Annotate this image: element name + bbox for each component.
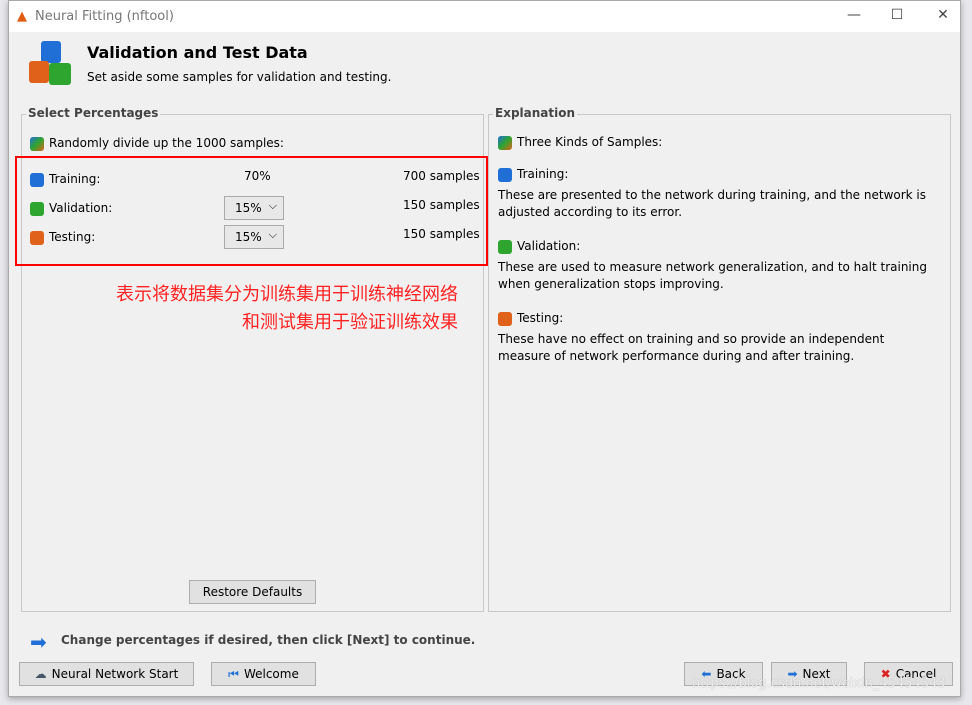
page-subtitle: Set aside some samples for validation an… xyxy=(87,70,392,84)
hint-text: Change percentages if desired, then clic… xyxy=(61,633,476,647)
cubes-icon xyxy=(498,135,512,150)
button-label: Neural Network Start xyxy=(51,667,179,681)
rewind-icon: ⏮ xyxy=(228,666,239,681)
cubes-logo-icon xyxy=(27,41,73,87)
minimize-button[interactable]: — xyxy=(844,7,864,23)
restore-defaults-button[interactable]: Restore Defaults xyxy=(189,580,316,604)
annotation-line2: 和测试集用于验证训练效果 xyxy=(242,312,458,333)
arrow-right-icon: ➡ xyxy=(30,630,47,654)
close-button[interactable]: ✕ xyxy=(933,7,953,23)
explanation-validation-title: Validation: xyxy=(517,239,581,253)
explanation-training-text: These are presented to the network durin… xyxy=(498,188,927,219)
page-title: Validation and Test Data xyxy=(87,43,308,62)
explanation-validation-text: These are used to measure network genera… xyxy=(498,260,927,291)
testing-cube-icon xyxy=(498,311,512,326)
matlab-logo-icon: ▲ xyxy=(17,9,27,24)
window-title: Neural Fitting (nftool) xyxy=(35,9,174,24)
brain-icon: ☁ xyxy=(34,667,47,681)
welcome-button[interactable]: ⏮ Welcome xyxy=(211,662,316,686)
neural-network-start-button[interactable]: ☁ Neural Network Start xyxy=(19,662,194,686)
title-bar: ▲ Neural Fitting (nftool) — ☐ ✕ xyxy=(9,1,960,32)
explanation-training-title: Training: xyxy=(517,167,569,181)
panel-legend: Explanation xyxy=(493,106,578,120)
explanation-intro: Three Kinds of Samples: xyxy=(517,135,663,149)
training-cube-icon xyxy=(498,167,512,182)
button-label: Welcome xyxy=(243,667,299,681)
maximize-button[interactable]: ☐ xyxy=(887,7,907,23)
watermark: https://blog.csdn.net/weixin_45454343 xyxy=(692,676,946,691)
annotation-line1: 表示将数据集分为训练集用于训练神经网络 xyxy=(116,284,458,305)
explanation-testing-text: These have no effect on training and so … xyxy=(498,332,885,363)
explanation-testing-title: Testing: xyxy=(517,311,564,325)
cubes-icon xyxy=(30,136,44,151)
panel-legend: Select Percentages xyxy=(26,106,161,120)
validation-cube-icon xyxy=(498,239,512,254)
intro-text: Randomly divide up the 1000 samples: xyxy=(49,136,284,150)
annotation-box xyxy=(15,156,488,266)
